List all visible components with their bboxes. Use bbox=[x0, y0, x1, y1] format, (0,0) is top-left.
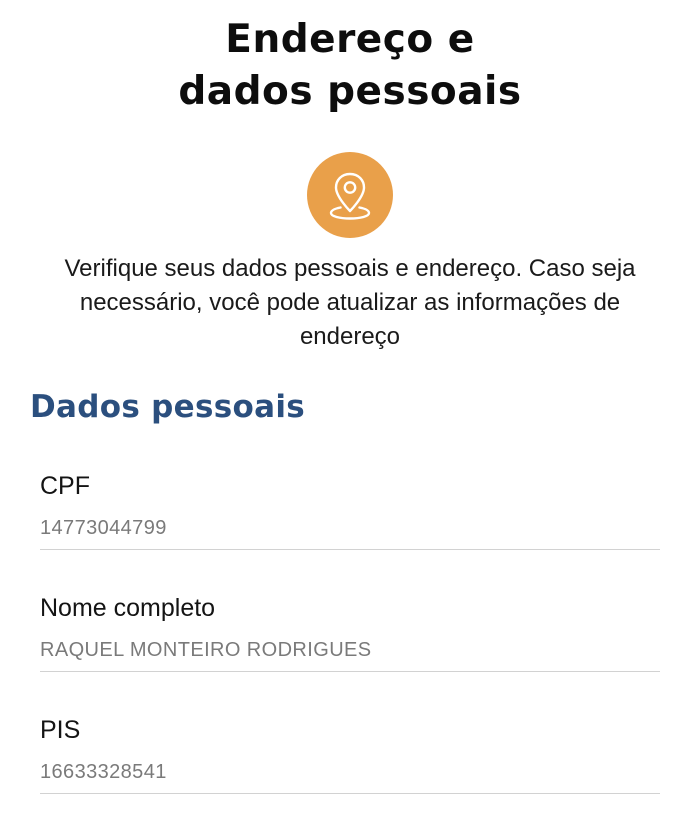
location-badge bbox=[307, 152, 393, 238]
personal-data-screen: Endereço e dados pessoais Verifique seus… bbox=[0, 0, 700, 838]
field-label-nome-completo: Nome completo bbox=[40, 594, 216, 622]
field-nome-completo: Nome completo RAQUEL MONTEIRO RODRIGUES bbox=[40, 592, 660, 672]
section-title-dados-pessoais: Dados pessoais bbox=[30, 389, 305, 425]
field-value-cpf: 14773044799 bbox=[40, 517, 167, 539]
page-title-line-2: dados pessoais bbox=[178, 69, 522, 114]
field-value-nome-completo: RAQUEL MONTEIRO RODRIGUES bbox=[40, 639, 372, 661]
page-title-line-1: Endereço e bbox=[225, 17, 475, 62]
field-pis: PIS 16633328541 bbox=[40, 714, 660, 794]
map-pin-icon bbox=[329, 172, 371, 220]
page-title: Endereço e dados pessoais bbox=[0, 14, 700, 118]
field-value-pis: 16633328541 bbox=[40, 761, 167, 783]
intro-text: Verifique seus dados pessoais e endereço… bbox=[64, 255, 636, 350]
field-cpf: CPF 14773044799 bbox=[40, 470, 660, 550]
field-label-cpf: CPF bbox=[40, 472, 90, 500]
field-label-pis: PIS bbox=[40, 716, 81, 744]
